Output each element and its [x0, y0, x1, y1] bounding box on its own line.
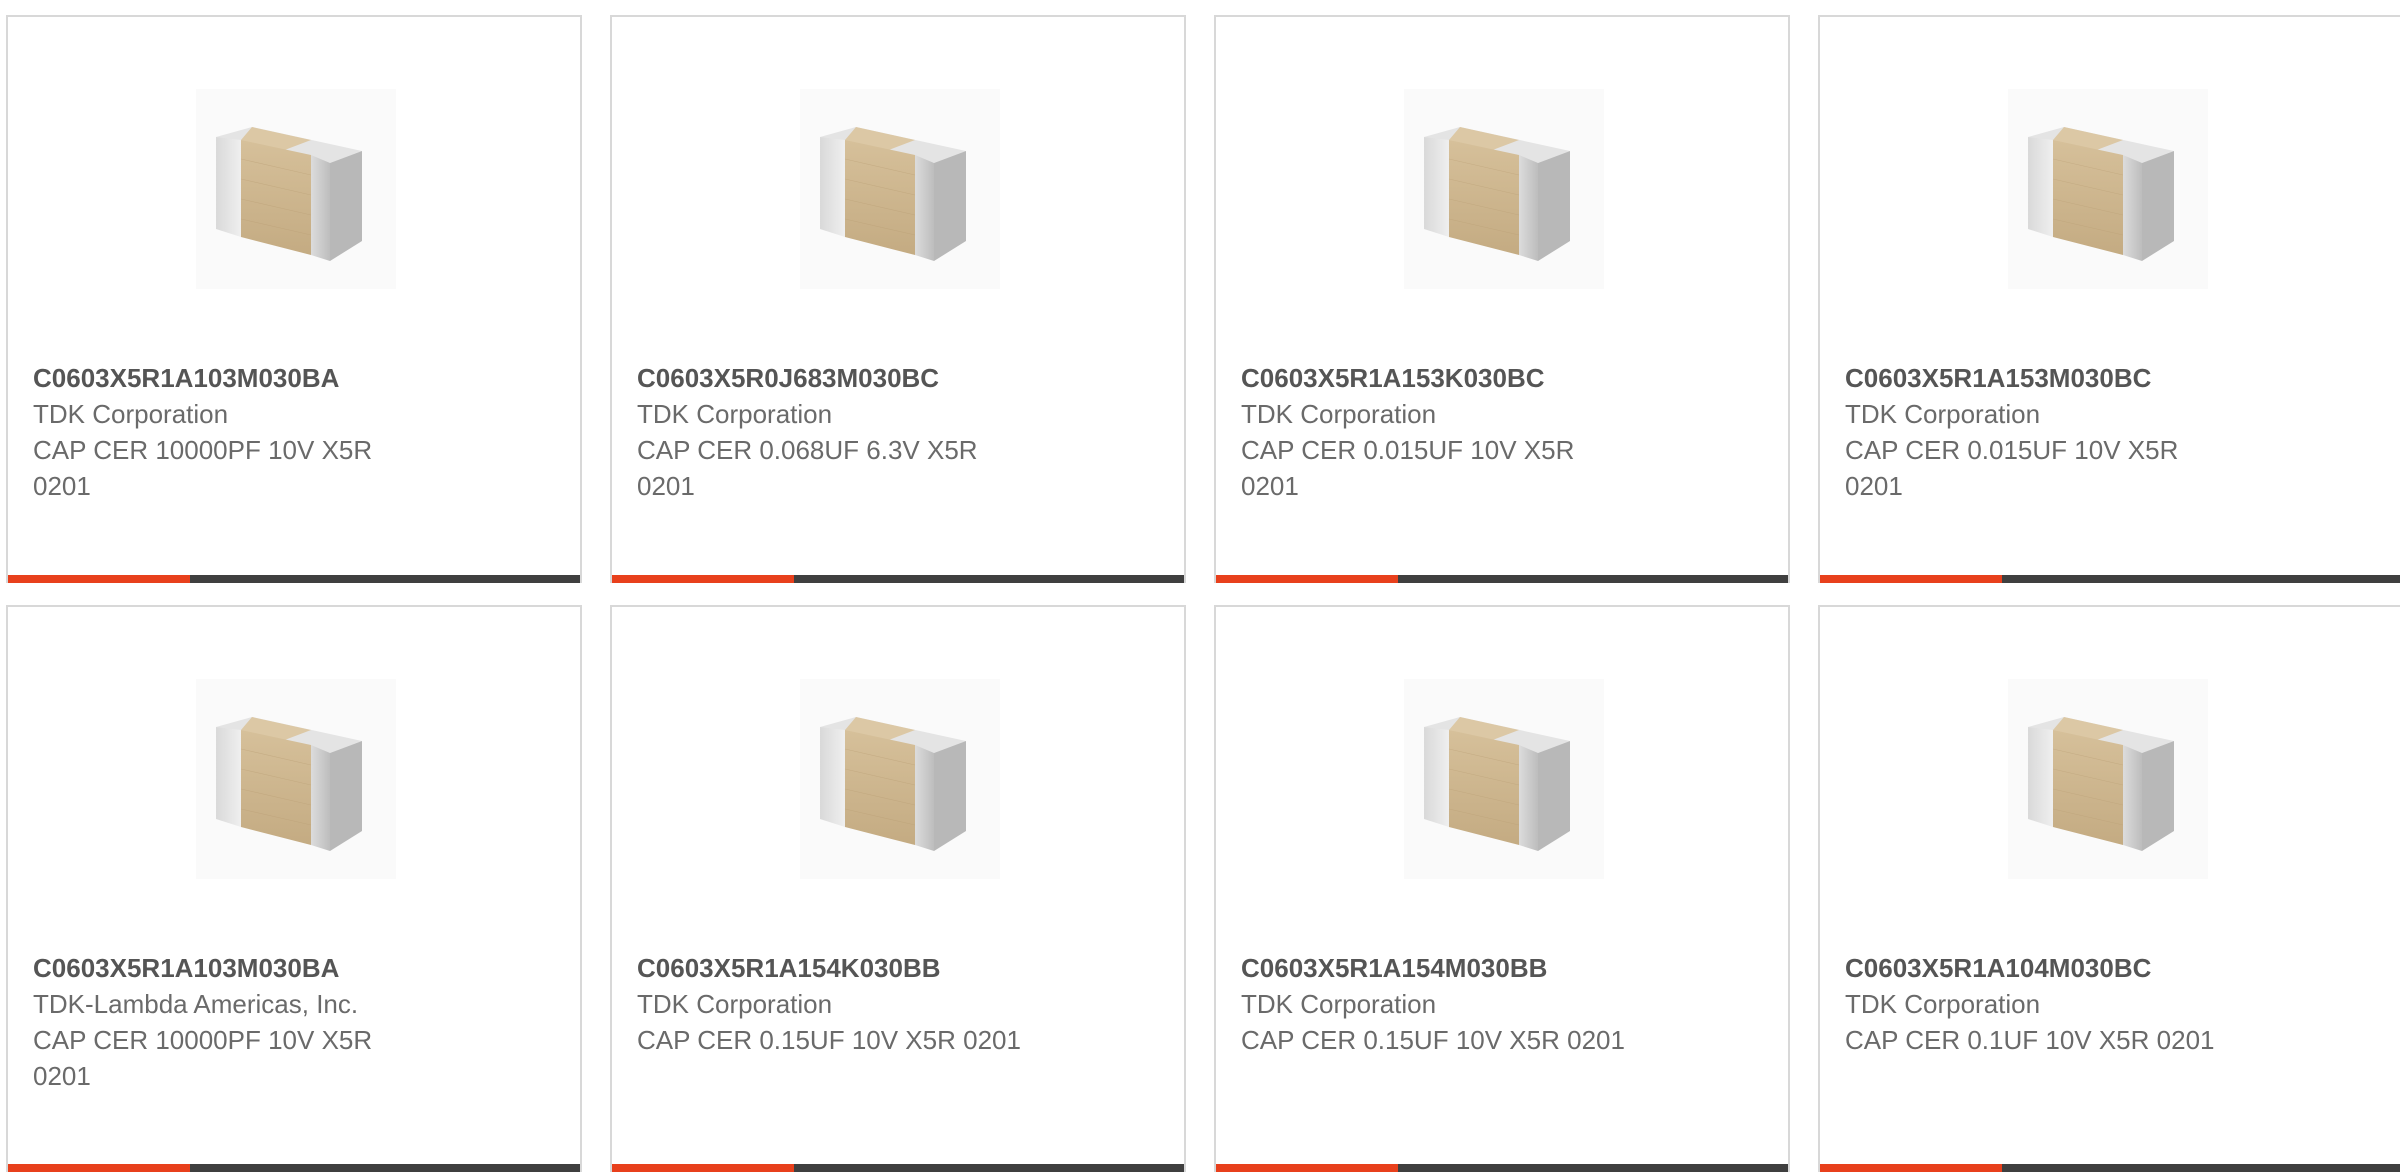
manufacturer: TDK Corporation: [637, 399, 833, 429]
card-bottom-bar: [612, 575, 1184, 583]
part-number[interactable]: C0603X5R1A103M030BA: [33, 360, 453, 396]
product-info: C0603X5R1A103M030BA TDK Corporation CAP …: [33, 360, 453, 504]
capacitor-chip-icon: [800, 89, 1000, 289]
product-card[interactable]: C0603X5R1A153K030BC TDK Corporation CAP …: [1214, 15, 1790, 583]
manufacturer: TDK Corporation: [1845, 989, 2041, 1019]
card-bottom-bar: [8, 1164, 580, 1172]
capacitor-image[interactable]: [2008, 89, 2208, 289]
product-info: C0603X5R1A154M030BB TDK Corporation CAP …: [1241, 950, 1661, 1058]
part-number[interactable]: C0603X5R1A154M030BB: [1241, 950, 1661, 986]
product-card[interactable]: C0603X5R0J683M030BC TDK Corporation CAP …: [610, 15, 1186, 583]
manufacturer: TDK Corporation: [1845, 399, 2041, 429]
card-accent-bar: [1216, 1164, 1398, 1172]
capacitor-chip-icon: [2008, 89, 2208, 289]
part-number[interactable]: C0603X5R1A104M030BC: [1845, 950, 2265, 986]
description: CAP CER 0.15UF 10V X5R 0201: [1241, 1025, 1625, 1055]
card-bottom-bar: [1216, 1164, 1788, 1172]
product-info: C0603X5R1A153K030BC TDK Corporation CAP …: [1241, 360, 1661, 504]
card-bottom-bar: [612, 1164, 1184, 1172]
capacitor-chip-icon: [196, 89, 396, 289]
manufacturer: TDK-Lambda Americas, Inc.: [33, 989, 359, 1019]
product-card[interactable]: C0603X5R1A153M030BC TDK Corporation CAP …: [1818, 15, 2400, 583]
card-accent-bar: [8, 1164, 190, 1172]
capacitor-image[interactable]: [2008, 679, 2208, 879]
product-info: C0603X5R1A104M030BC TDK Corporation CAP …: [1845, 950, 2265, 1058]
card-accent-bar: [1216, 575, 1398, 583]
product-card[interactable]: C0603X5R1A104M030BC TDK Corporation CAP …: [1818, 605, 2400, 1172]
description: CAP CER 0.015UF 10V X5R 0201: [1845, 435, 2179, 501]
part-number[interactable]: C0603X5R1A154K030BB: [637, 950, 1057, 986]
card-accent-bar: [612, 1164, 794, 1172]
capacitor-image[interactable]: [800, 679, 1000, 879]
description: CAP CER 10000PF 10V X5R 0201: [33, 1025, 373, 1091]
card-accent-bar: [1820, 575, 2002, 583]
capacitor-chip-icon: [1404, 679, 1604, 879]
part-number[interactable]: C0603X5R1A153K030BC: [1241, 360, 1661, 396]
card-bottom-bar: [1216, 575, 1788, 583]
product-info: C0603X5R1A103M030BA TDK-Lambda Americas,…: [33, 950, 453, 1094]
description: CAP CER 0.015UF 10V X5R 0201: [1241, 435, 1575, 501]
description: CAP CER 0.15UF 10V X5R 0201: [637, 1025, 1021, 1055]
card-accent-bar: [8, 575, 190, 583]
part-number[interactable]: C0603X5R0J683M030BC: [637, 360, 1057, 396]
capacitor-chip-icon: [1404, 89, 1604, 289]
product-info: C0603X5R0J683M030BC TDK Corporation CAP …: [637, 360, 1057, 504]
capacitor-chip-icon: [196, 679, 396, 879]
part-number[interactable]: C0603X5R1A153M030BC: [1845, 360, 2265, 396]
capacitor-image[interactable]: [800, 89, 1000, 289]
description: CAP CER 0.1UF 10V X5R 0201: [1845, 1025, 2215, 1055]
capacitor-image[interactable]: [1404, 679, 1604, 879]
product-card[interactable]: C0603X5R1A103M030BA TDK-Lambda Americas,…: [6, 605, 582, 1172]
manufacturer: TDK Corporation: [33, 399, 229, 429]
card-bottom-bar: [1820, 575, 2400, 583]
capacitor-image[interactable]: [196, 679, 396, 879]
description: CAP CER 10000PF 10V X5R 0201: [33, 435, 373, 501]
product-grid: C0603X5R1A103M030BA TDK Corporation CAP …: [0, 0, 2400, 1172]
card-bottom-bar: [8, 575, 580, 583]
capacitor-chip-icon: [2008, 679, 2208, 879]
card-accent-bar: [1820, 1164, 2002, 1172]
product-card[interactable]: C0603X5R1A154M030BB TDK Corporation CAP …: [1214, 605, 1790, 1172]
product-info: C0603X5R1A153M030BC TDK Corporation CAP …: [1845, 360, 2265, 504]
description: CAP CER 0.068UF 6.3V X5R 0201: [637, 435, 978, 501]
card-bottom-bar: [1820, 1164, 2400, 1172]
capacitor-image[interactable]: [1404, 89, 1604, 289]
product-card[interactable]: C0603X5R1A103M030BA TDK Corporation CAP …: [6, 15, 582, 583]
product-info: C0603X5R1A154K030BB TDK Corporation CAP …: [637, 950, 1057, 1058]
capacitor-chip-icon: [800, 679, 1000, 879]
part-number[interactable]: C0603X5R1A103M030BA: [33, 950, 453, 986]
product-card[interactable]: C0603X5R1A154K030BB TDK Corporation CAP …: [610, 605, 1186, 1172]
manufacturer: TDK Corporation: [1241, 989, 1437, 1019]
manufacturer: TDK Corporation: [637, 989, 833, 1019]
card-accent-bar: [612, 575, 794, 583]
manufacturer: TDK Corporation: [1241, 399, 1437, 429]
capacitor-image[interactable]: [196, 89, 396, 289]
